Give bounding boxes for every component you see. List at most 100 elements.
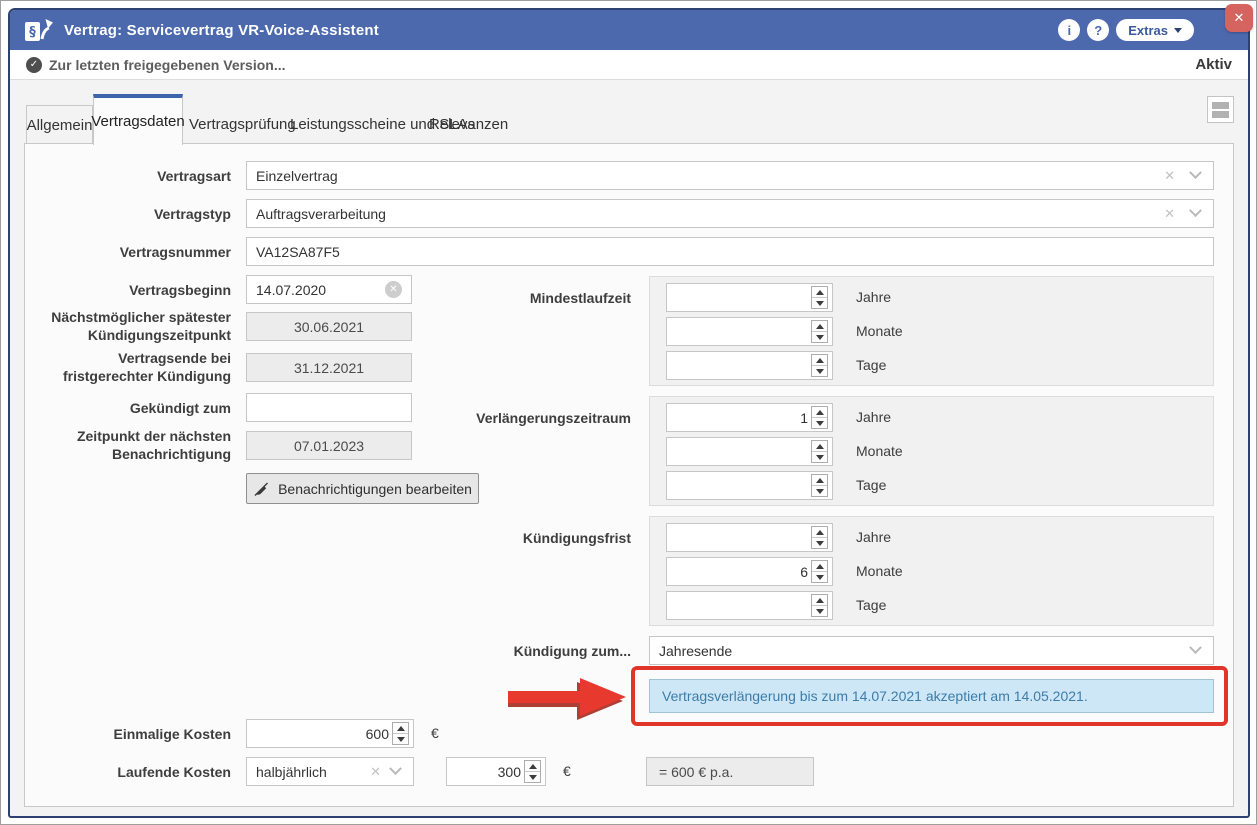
readonly-value: 31.12.2021: [294, 360, 364, 376]
close-icon: ✕: [1234, 10, 1245, 26]
vertragsart-label: Vertragsart: [40, 167, 231, 185]
spin-down-icon: [816, 575, 824, 580]
info-icon: i: [1067, 23, 1071, 38]
tab-relevanzen[interactable]: Relevanzen: [429, 105, 508, 144]
tab-vertragsdaten[interactable]: Vertragsdaten: [93, 94, 183, 145]
kuendigung-zum-label: Kündigung zum...: [390, 642, 631, 660]
spinner-control[interactable]: [811, 526, 828, 549]
spin-up-icon: [816, 598, 824, 603]
mindestlaufzeit-monate-input[interactable]: [666, 317, 833, 346]
clear-icon[interactable]: ✕: [1164, 206, 1175, 222]
readonly-value: = 600 € p.a.: [659, 764, 733, 780]
spin-down-icon: [816, 369, 824, 374]
readonly-value: 30.06.2021: [294, 319, 364, 335]
verlaengerung-jahre-input[interactable]: 1: [666, 403, 833, 432]
spinner-control[interactable]: [811, 594, 828, 617]
input-value: 1: [676, 410, 811, 426]
spinner-control[interactable]: [811, 474, 828, 497]
vertragstyp-combobox[interactable]: Auftragsverarbeitung ✕: [246, 199, 1214, 228]
spinner-control[interactable]: [811, 406, 828, 429]
spinner-control[interactable]: [811, 560, 828, 583]
layout-icon: [1212, 102, 1229, 109]
spinner-control[interactable]: [811, 440, 828, 463]
notice-text: Vertragsverlängerung bis zum 14.07.2021 …: [662, 688, 1088, 704]
unit-label: Jahre: [856, 409, 891, 425]
kuendigungsfrist-monate-input[interactable]: 6: [666, 557, 833, 586]
layout-toggle-button[interactable]: [1207, 96, 1234, 123]
spin-down-icon: [816, 335, 824, 340]
chevron-down-icon: [1174, 28, 1182, 33]
check-circle-icon: ✓: [26, 57, 42, 73]
spinner-control[interactable]: [811, 286, 828, 309]
unit-label: Jahre: [856, 529, 891, 545]
clear-icon[interactable]: ✕: [1164, 168, 1175, 184]
input-value: 14.07.2020: [256, 282, 326, 298]
unit-label: Jahre: [856, 289, 891, 305]
spinner-control[interactable]: [811, 354, 828, 377]
spinner-control[interactable]: [524, 760, 541, 783]
verlaengerungszeitraum-label: Verlängerungszeitraum: [390, 409, 631, 427]
laufende-kosten-input[interactable]: 300: [446, 757, 546, 786]
tab-vertragspruefung[interactable]: Vertragsprüfung: [189, 105, 296, 144]
spin-down-icon: [816, 541, 824, 546]
mindestlaufzeit-tage-input[interactable]: [666, 351, 833, 380]
contract-icon: §: [24, 17, 54, 43]
vertragsnummer-input[interactable]: VA12SA87F5: [246, 237, 1214, 266]
annotation-arrow: [508, 674, 630, 721]
tab-label: Allgemein: [27, 117, 93, 134]
combobox-value: halbjährlich: [256, 764, 327, 780]
laufende-kosten-label: Laufende Kosten: [40, 763, 231, 781]
chevron-down-icon[interactable]: [1189, 641, 1202, 654]
close-button[interactable]: ✕: [1225, 4, 1253, 32]
help-button[interactable]: ?: [1087, 19, 1109, 41]
vertragsende-label: Vertragsende bei fristgerechter Kündigun…: [40, 349, 231, 385]
spin-down-icon: [529, 775, 537, 780]
extras-button[interactable]: Extras: [1116, 19, 1194, 41]
per-annum-readonly: = 600 € p.a.: [646, 757, 814, 786]
unit-label: Tage: [856, 357, 886, 373]
button-label: Benachrichtigungen bearbeiten: [278, 481, 472, 497]
input-value: 6: [676, 564, 811, 580]
edit-notifications-button[interactable]: Benachrichtigungen bearbeiten: [246, 473, 479, 504]
status-badge: Aktiv: [1195, 56, 1232, 73]
chevron-down-icon[interactable]: [389, 762, 402, 775]
svg-text:§: §: [29, 25, 36, 40]
unit-label: Monate: [856, 443, 903, 459]
spin-down-icon: [816, 609, 824, 614]
chevron-down-icon[interactable]: [1189, 204, 1202, 217]
spinner-control[interactable]: [392, 722, 409, 745]
select-value: Jahresende: [659, 643, 732, 659]
kuendigungsfrist-jahre-input[interactable]: [666, 523, 833, 552]
renewal-notice: Vertragsverlängerung bis zum 14.07.2021 …: [649, 679, 1214, 713]
chevron-down-icon[interactable]: [1189, 166, 1202, 179]
mindestlaufzeit-jahre-input[interactable]: [666, 283, 833, 312]
spin-up-icon: [816, 410, 824, 415]
tab-allgemein[interactable]: Allgemein: [26, 105, 93, 144]
verlaengerung-monate-input[interactable]: [666, 437, 833, 466]
clear-icon[interactable]: ✕: [370, 764, 381, 780]
vertragsart-combobox[interactable]: Einzelvertrag ✕: [246, 161, 1214, 190]
spin-up-icon: [816, 444, 824, 449]
vertragsbeginn-date-input[interactable]: 14.07.2020 ✕: [246, 275, 412, 304]
spin-down-icon: [397, 737, 405, 742]
benachrichtigung-readonly: 07.01.2023: [246, 431, 412, 460]
titlebar-actions: i ? Extras: [1058, 19, 1234, 41]
readonly-value: 07.01.2023: [294, 438, 364, 454]
input-value: 300: [456, 764, 524, 780]
currency-label: €: [431, 725, 439, 741]
spin-up-icon: [816, 530, 824, 535]
kuendigungszeitpunkt-readonly: 30.06.2021: [246, 312, 412, 341]
spinner-control[interactable]: [811, 320, 828, 343]
info-button[interactable]: i: [1058, 19, 1080, 41]
einmalige-kosten-input[interactable]: 600: [246, 719, 414, 748]
window-title: Vertrag: Servicevertrag VR-Voice-Assiste…: [64, 22, 379, 39]
spin-up-icon: [397, 726, 405, 731]
laufende-kosten-interval-combobox[interactable]: halbjährlich ✕: [246, 757, 414, 786]
kuendigung-zum-select[interactable]: Jahresende: [649, 636, 1214, 665]
last-released-version-link[interactable]: Zur letzten freigegebenen Version...: [49, 57, 286, 73]
verlaengerung-tage-input[interactable]: [666, 471, 833, 500]
gekuendigt-zum-input[interactable]: [246, 393, 412, 422]
kuendigungsfrist-tage-input[interactable]: [666, 591, 833, 620]
input-value: VA12SA87F5: [256, 244, 340, 260]
spin-up-icon: [816, 478, 824, 483]
